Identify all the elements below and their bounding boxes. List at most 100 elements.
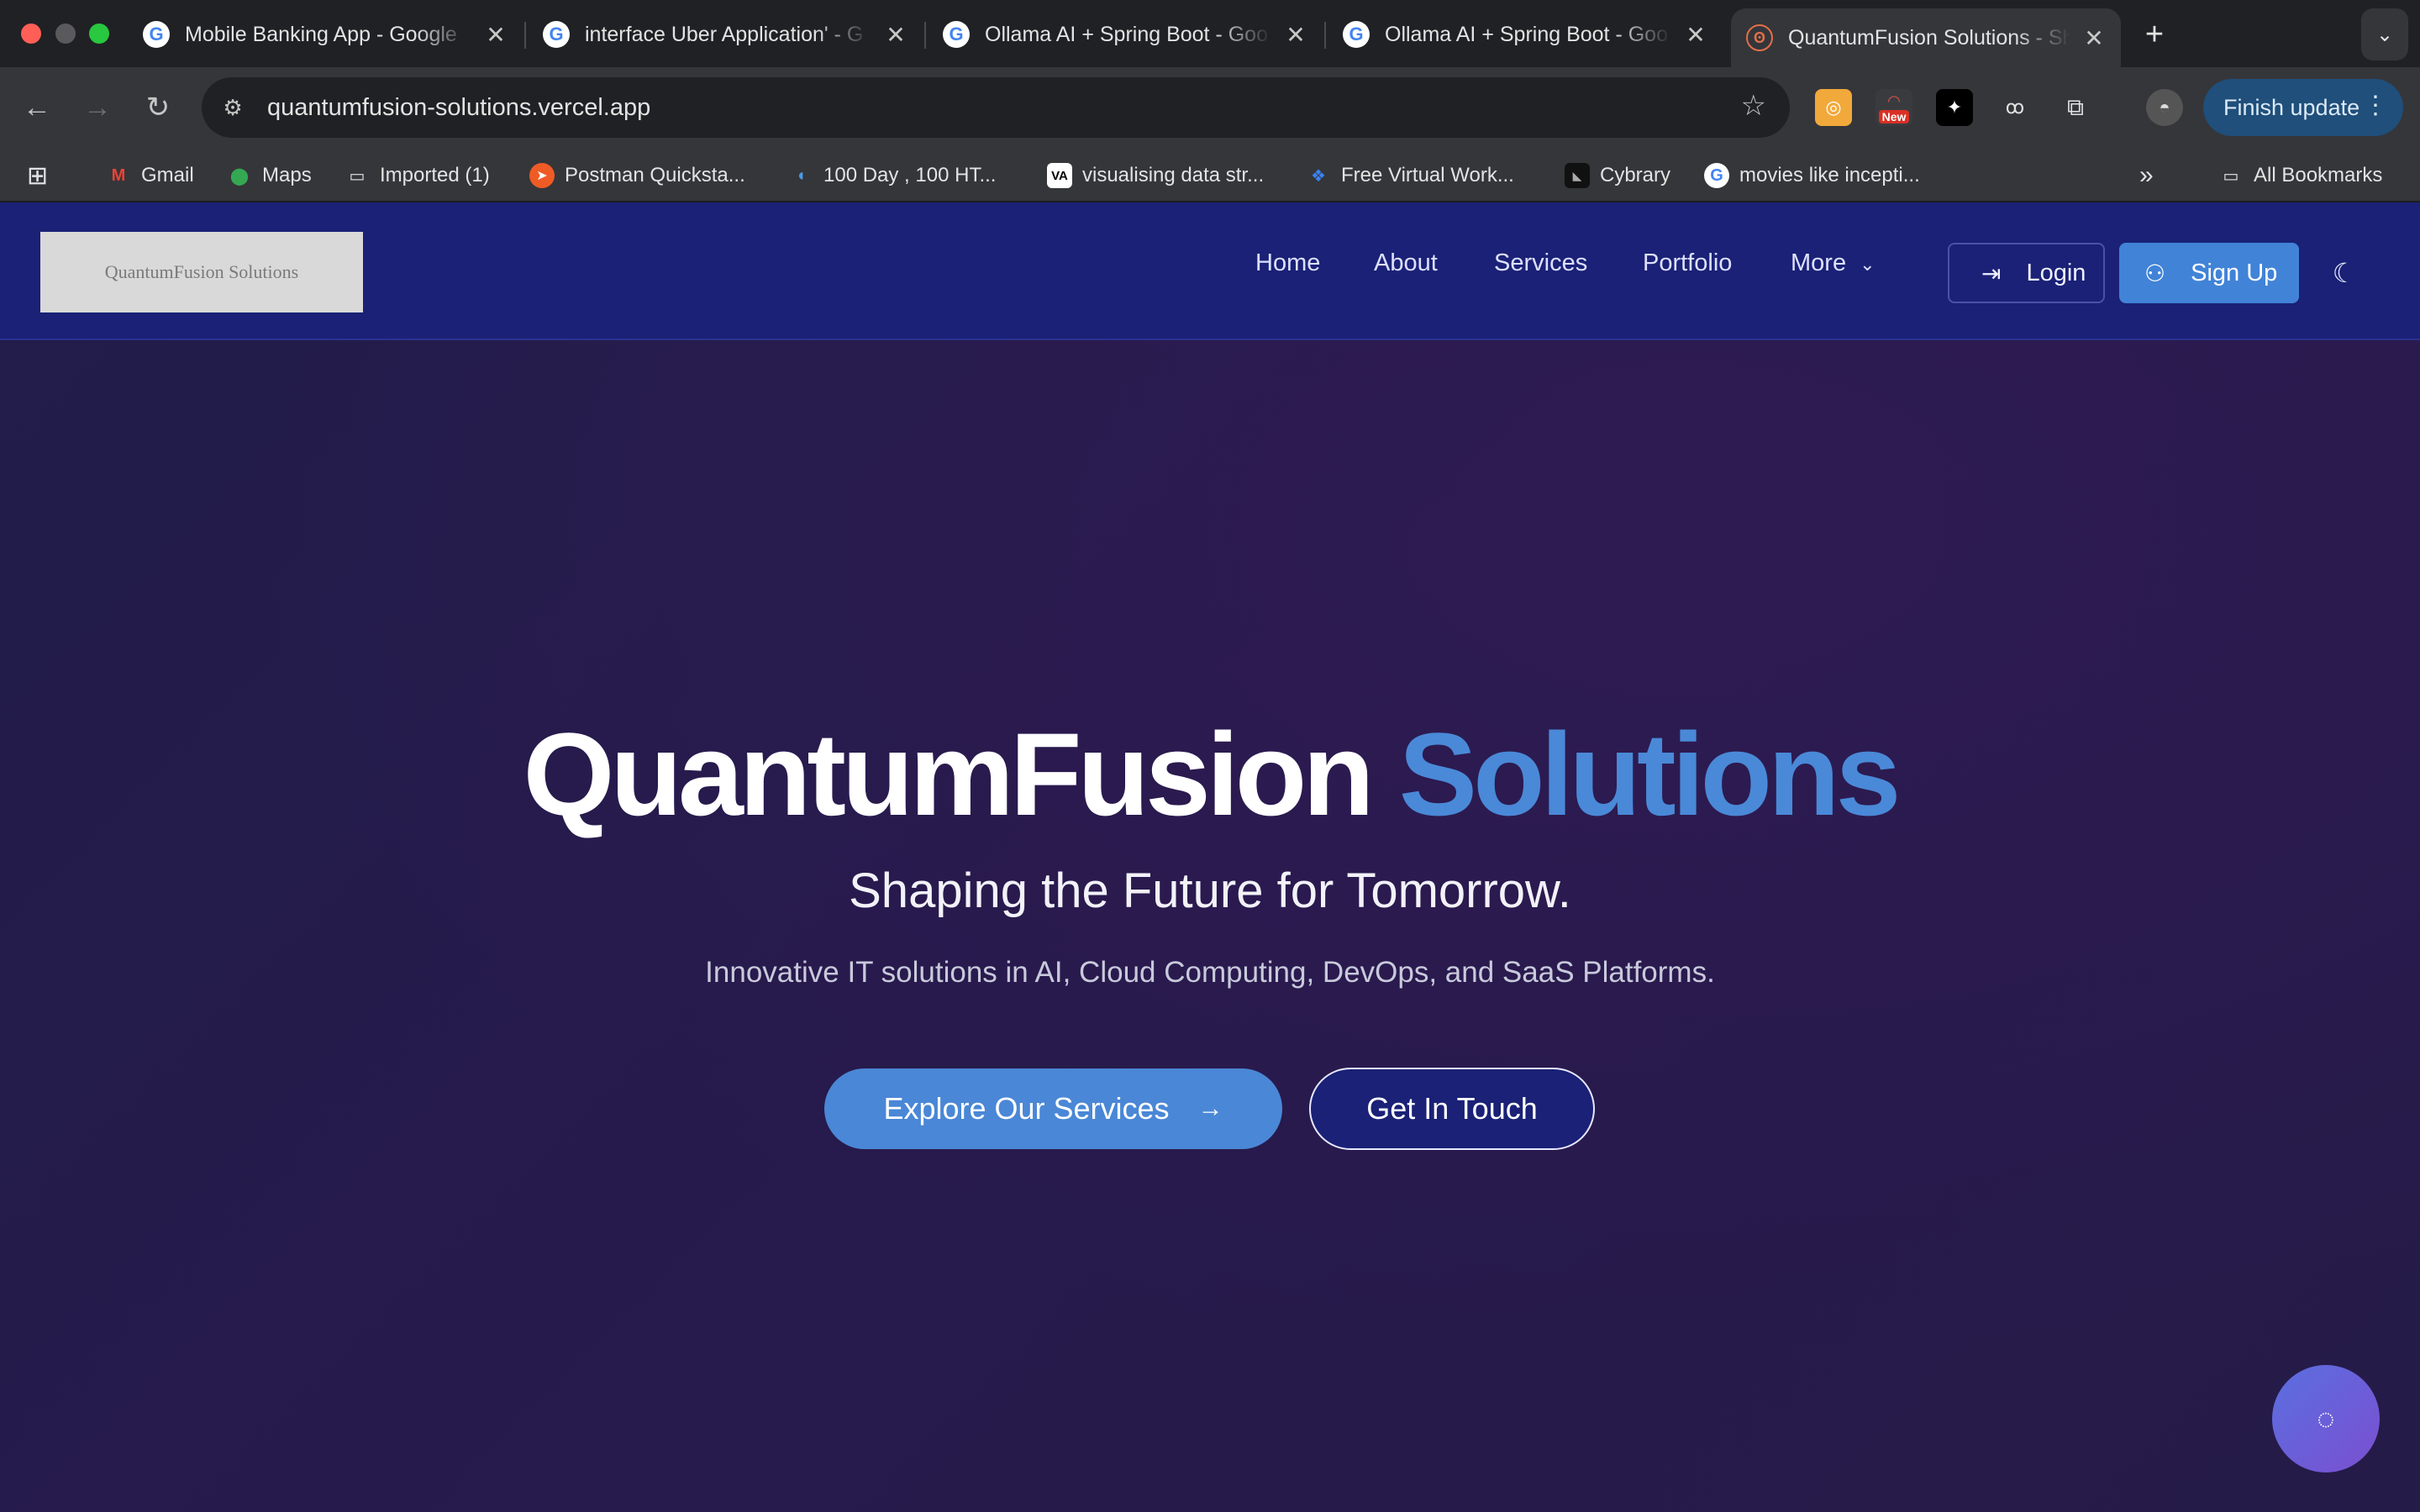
apps-grid-icon[interactable]: ⊞ <box>27 160 48 192</box>
tab-search-button[interactable]: ⌄ <box>2361 8 2408 60</box>
minimize-window-button[interactable] <box>55 24 76 44</box>
nav-portfolio[interactable]: Portfolio <box>1643 249 1732 277</box>
get-in-touch-button[interactable]: Get In Touch <box>1309 1068 1595 1150</box>
arrow-left-icon: ← <box>23 91 51 123</box>
nav-about[interactable]: About <box>1374 249 1438 277</box>
chat-icon: ◌ <box>2317 1401 2335 1436</box>
tab-divider <box>924 22 926 49</box>
bookmark-virtual-work[interactable]: ❖ Free Virtual Work... <box>1306 160 1514 192</box>
avatar[interactable]: ◓ <box>2146 89 2183 126</box>
chat-bubble-button[interactable]: ◌ <box>2272 1365 2380 1473</box>
browser-window: G Mobile Banking App - Google ✕ G interf… <box>0 0 2420 1512</box>
bookmark-label: Cybrary <box>1600 164 1671 186</box>
tab-title: Mobile Banking App - Google <box>185 22 457 46</box>
new-badge: New <box>1878 109 1910 123</box>
site-icon: ʘ <box>1746 24 1773 51</box>
close-icon[interactable]: ✕ <box>884 21 908 49</box>
tab-divider <box>1324 22 1326 49</box>
close-icon[interactable]: ✕ <box>484 21 508 49</box>
url-text[interactable]: quantumfusion-solutions.vercel.app <box>267 94 650 122</box>
extension-icon[interactable]: ◎ <box>1815 89 1852 126</box>
nav-more-label: More <box>1791 249 1847 276</box>
va-icon: VA <box>1047 163 1072 188</box>
explore-services-button[interactable]: Explore Our Services → <box>824 1068 1282 1149</box>
hero-subtitle: Shaping the Future for Tomorrow. <box>849 864 1571 918</box>
google-icon: G <box>143 21 170 48</box>
signup-label: Sign Up <box>2191 259 2278 286</box>
nav-services[interactable]: Services <box>1494 249 1587 277</box>
glasses-icon[interactable]: ꝏ <box>1996 89 2033 126</box>
explore-services-label: Explore Our Services <box>883 1091 1170 1126</box>
nav-more-dropdown[interactable]: More ⌄ <box>1791 249 1876 277</box>
google-icon: G <box>543 21 570 48</box>
login-label: Login <box>2026 259 2086 286</box>
arrow-right-icon: → <box>83 91 112 123</box>
finish-update-label: Finish update <box>2223 94 2360 120</box>
nav-home[interactable]: Home <box>1255 249 1320 277</box>
forward-button[interactable]: → <box>76 86 119 129</box>
extensions-puzzle-icon[interactable]: ⧉ <box>2057 89 2094 126</box>
chevron-down-icon: ⌄ <box>1860 254 1876 275</box>
browser-tab[interactable]: G Ollama AI + Spring Boot - Goo ✕ <box>928 8 1323 60</box>
rainbow-icon: ◠ <box>1887 92 1901 109</box>
address-bar[interactable]: ⚙ quantumfusion-solutions.vercel.app ☆ <box>202 77 1790 138</box>
tab-title: Ollama AI + Spring Boot - Goo <box>1385 22 1668 46</box>
browser-tab-active[interactable]: ʘ QuantumFusion Solutions - Sh ✕ <box>1731 8 2121 67</box>
plus-icon: + <box>2144 16 2165 52</box>
bookmark-gmail[interactable]: M Gmail <box>106 160 194 192</box>
reload-button[interactable]: ↻ <box>136 86 180 129</box>
bookmark-imported[interactable]: ▭ Imported (1) <box>345 160 490 192</box>
site-info-icon[interactable]: ⚙ <box>213 88 252 127</box>
bookmark-movies[interactable]: G movies like incepti... <box>1704 160 1920 192</box>
folder-icon: ▭ <box>349 166 366 186</box>
browser-tab[interactable]: G Mobile Banking App - Google ✕ <box>128 8 523 60</box>
chevron-double-right-icon[interactable]: » <box>2139 160 2154 192</box>
headphones-icon: ◖ <box>795 165 807 185</box>
bookmark-postman[interactable]: ➤ Postman Quicksta... <box>529 160 745 192</box>
bookmarks-bar: ⊞ M Gmail ⬤ Maps ▭ Imported (1) ➤ Postma… <box>0 148 2420 202</box>
back-button[interactable]: ← <box>15 86 59 129</box>
bookmark-star-icon[interactable]: ☆ <box>1741 89 1766 123</box>
bookmark-maps[interactable]: ⬤ Maps <box>227 160 312 192</box>
close-icon[interactable]: ✕ <box>2082 24 2106 52</box>
browser-tab[interactable]: G interface Uber Application' - G ✕ <box>528 8 923 60</box>
tab-strip: G Mobile Banking App - Google ✕ G interf… <box>0 0 2420 67</box>
hero-description: Innovative IT solutions in AI, Cloud Com… <box>705 956 1715 989</box>
more-vert-icon: ⋮ <box>2363 92 2388 119</box>
new-tab-button[interactable]: + <box>2133 8 2176 60</box>
sparkle-icon[interactable]: ✦ <box>1936 89 1973 126</box>
bookmark-visualising[interactable]: VA visualising data str... <box>1047 160 1264 192</box>
bookmark-label: Free Virtual Work... <box>1341 164 1514 186</box>
maximize-window-button[interactable] <box>89 24 109 44</box>
all-bookmarks[interactable]: ▭ All Bookmarks <box>2218 160 2383 192</box>
bookmark-label: movies like incepti... <box>1739 164 1920 186</box>
bookmark-cybrary[interactable]: ◣ Cybrary <box>1565 160 1670 192</box>
login-icon: ⇥ <box>1981 260 2002 286</box>
site-logo[interactable]: QuantumFusion Solutions <box>40 232 363 312</box>
close-icon[interactable]: ✕ <box>1284 21 1307 49</box>
login-button[interactable]: ⇥ Login <box>1948 243 2105 303</box>
tab-divider <box>524 22 526 49</box>
signup-button[interactable]: ⚇ Sign Up <box>2119 243 2299 303</box>
arrow-right-icon: → <box>1197 1095 1223 1122</box>
google-icon: G <box>1343 21 1370 48</box>
hero-title: QuantumFusion Solutions <box>0 706 2420 843</box>
bookmark-label: Maps <box>262 164 312 186</box>
logo-text: QuantumFusion Solutions <box>104 261 299 282</box>
hero-title-main: QuantumFusion <box>523 708 1375 840</box>
close-icon[interactable]: ✕ <box>1684 21 1707 49</box>
tab-title: QuantumFusion Solutions - Sh <box>1788 25 2070 50</box>
chevron-down-icon: ⌄ <box>2375 23 2394 46</box>
browser-tab[interactable]: G Ollama AI + Spring Boot - Goo ✕ <box>1328 8 1723 60</box>
bookmark-100-days[interactable]: ◖ 100 Day , 100 HT... <box>788 160 997 192</box>
gmail-icon: M <box>111 165 126 185</box>
google-icon: G <box>943 21 970 48</box>
close-window-button[interactable] <box>21 24 41 44</box>
theme-toggle-moon-icon[interactable]: ☾ <box>2326 255 2363 291</box>
browser-chrome: G Mobile Banking App - Google ✕ G interf… <box>0 0 2420 202</box>
finish-update-button[interactable]: Finish update ⋮ <box>2203 79 2403 136</box>
tab-title: Ollama AI + Spring Boot - Goo <box>985 22 1268 46</box>
maps-icon: ⬤ <box>229 166 250 186</box>
extension-icon[interactable]: ◠ New <box>1876 89 1912 126</box>
user-plus-icon: ⚇ <box>2144 260 2166 286</box>
